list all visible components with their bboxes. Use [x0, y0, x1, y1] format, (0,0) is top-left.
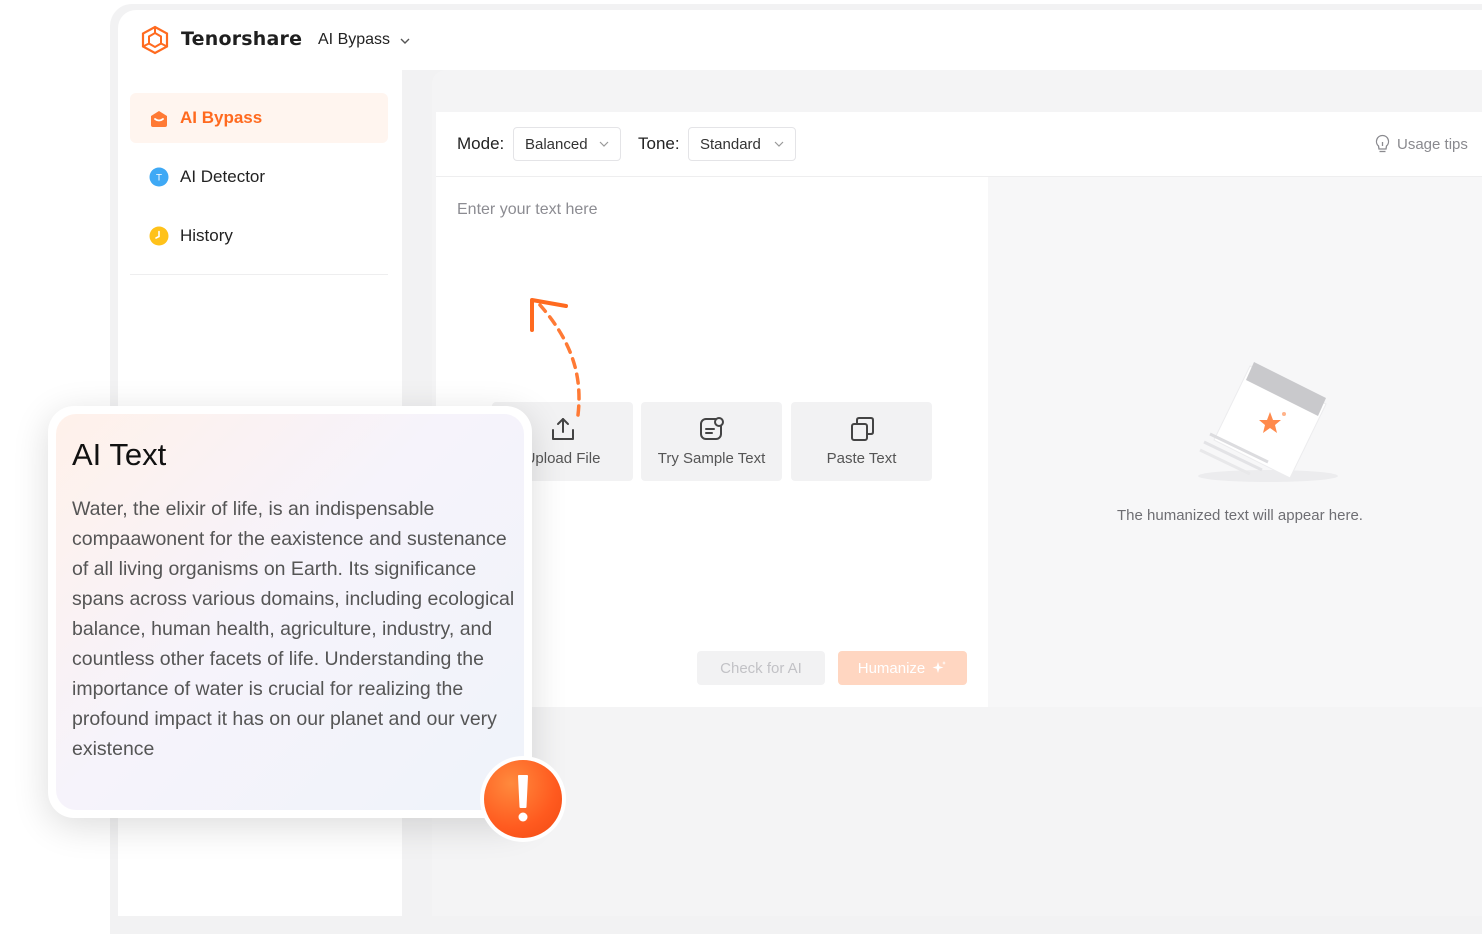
exclamation-icon	[484, 760, 562, 838]
mode-select[interactable]: Balanced	[513, 127, 621, 161]
sample-text-icon	[699, 417, 724, 440]
warning-badge	[480, 756, 566, 842]
usage-tips-link[interactable]: Usage tips	[1374, 134, 1468, 154]
chevron-down-icon[interactable]	[398, 34, 412, 48]
sidebar-item-history[interactable]: History	[130, 211, 388, 261]
usage-tips-label: Usage tips	[1397, 135, 1468, 153]
text-input-placeholder[interactable]: Enter your text here	[457, 201, 598, 219]
chevron-down-icon	[599, 141, 609, 147]
paste-text-label: Paste Text	[826, 450, 897, 467]
empty-document-illustration	[1198, 362, 1338, 482]
mode-value: Balanced	[525, 135, 588, 153]
tone-label: Tone:	[638, 134, 680, 153]
brand-name: Tenorshare	[181, 28, 303, 50]
tenorshare-logo-icon	[141, 25, 169, 55]
sparkle-icon	[932, 661, 947, 673]
humanize-label: Humanize	[857, 659, 926, 677]
product-switcher[interactable]: AI Bypass	[318, 31, 390, 49]
sidebar-item-label: History	[180, 226, 233, 245]
dashed-arrow-icon	[530, 298, 581, 417]
paste-text-button[interactable]: Paste Text	[791, 402, 932, 481]
check-for-ai-label: Check for AI	[720, 659, 802, 677]
sidebar-item-label: AI Bypass	[180, 108, 263, 127]
mode-label: Mode:	[457, 134, 505, 153]
humanize-button[interactable]: Humanize	[838, 651, 967, 685]
lightbulb-icon	[1375, 134, 1390, 153]
ai-text-card-title: AI Text	[72, 437, 167, 472]
tone-value: Standard	[700, 135, 761, 153]
svg-text:T: T	[155, 174, 162, 184]
bypass-icon	[151, 111, 167, 127]
try-sample-text-label: Try Sample Text	[657, 450, 766, 467]
sidebar-item-ai-detector[interactable]: T AI Detector	[130, 152, 388, 202]
output-empty-message: The humanized text will appear here.	[1117, 507, 1363, 524]
sidebar-item-label: AI Detector	[180, 167, 266, 186]
clock-icon	[149, 226, 169, 246]
tone-select[interactable]: Standard	[688, 127, 796, 161]
chevron-down-icon	[774, 141, 784, 147]
try-sample-text-button[interactable]: Try Sample Text	[641, 402, 782, 481]
sidebar-item-ai-bypass[interactable]: AI Bypass	[130, 93, 388, 143]
upload-file-label: Upload File	[524, 450, 601, 467]
sidebar-divider	[130, 274, 388, 275]
check-for-ai-button[interactable]: Check for AI	[697, 651, 825, 685]
paste-icon	[850, 417, 874, 441]
ai-text-card-content: Water, the elixir of life, is an indispe…	[72, 498, 515, 760]
detector-icon: T	[149, 167, 169, 187]
